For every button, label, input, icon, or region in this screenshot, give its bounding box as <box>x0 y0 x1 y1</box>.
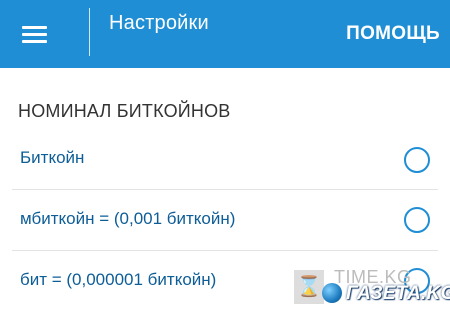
radio-button[interactable] <box>404 207 430 233</box>
menu-line-icon <box>22 40 47 43</box>
help-button[interactable]: ПОМОЩЬ <box>346 23 440 45</box>
hamburger-menu-icon[interactable] <box>16 20 54 48</box>
globe-icon <box>322 283 342 303</box>
option-mbitcoin[interactable]: мбиткойн = (0,001 биткойн) <box>0 190 450 250</box>
settings-screen: Настройки ПОМОЩЬ НОМИНАЛ БИТКОЙНОВ Битко… <box>0 0 450 315</box>
option-label: бит = (0,000001 биткойн) <box>20 270 217 289</box>
watermark-gazeta-text: ГАЗЕТА.KG <box>346 283 450 304</box>
hourglass-icon: ⌛ <box>294 270 324 304</box>
menu-line-icon <box>22 26 47 29</box>
top-app-bar: Настройки ПОМОЩЬ <box>0 0 450 68</box>
option-label: Биткойн <box>20 148 85 167</box>
page-title: Настройки <box>109 12 209 34</box>
option-bitcoin[interactable]: Биткойн <box>0 128 450 188</box>
watermark: ⌛ TIME.KG ГАЗЕТА.KG <box>292 265 450 315</box>
radio-button[interactable] <box>404 147 430 173</box>
menu-line-icon <box>22 33 47 36</box>
option-label: мбиткойн = (0,001 биткойн) <box>20 209 236 228</box>
header-divider <box>89 8 90 56</box>
denomination-section-title: НОМИНАЛ БИТКОЙНОВ <box>18 101 231 121</box>
